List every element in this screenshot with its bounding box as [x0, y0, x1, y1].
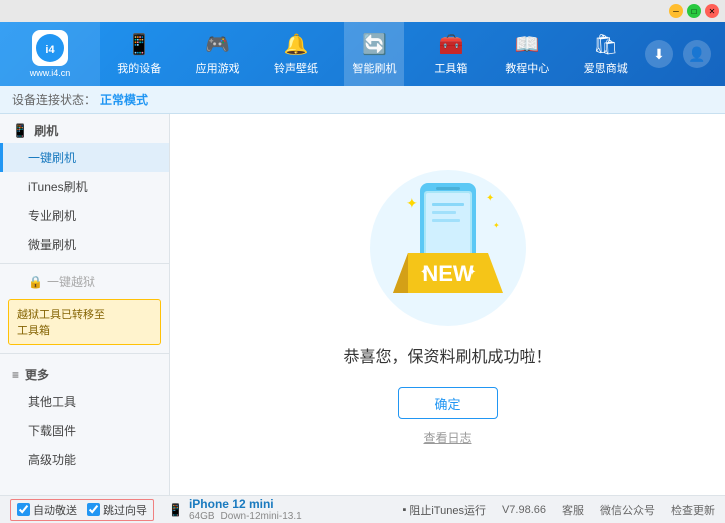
- nav-item-smart-flash[interactable]: 🔄 智能刷机: [344, 22, 404, 86]
- svg-text:NEW: NEW: [422, 261, 474, 286]
- disabled-jailbreak-label: 一键越狱: [47, 273, 95, 290]
- device-details: iPhone 12 mini 64GB Down-12mini-13.1: [189, 497, 302, 522]
- device-name: iPhone 12 mini: [189, 497, 302, 511]
- success-illustration: ✦ ✦ ✦ NEW ✦ ✦: [348, 163, 548, 343]
- nav-item-toolbox[interactable]: 🧰 工具箱: [423, 22, 479, 86]
- svg-text:✦: ✦: [493, 221, 500, 230]
- stop-itunes-icon: ▪: [402, 504, 406, 516]
- update-link[interactable]: 检查更新: [671, 502, 715, 518]
- sidebar-item-brush-flash[interactable]: 微量刷机: [0, 230, 169, 259]
- skip-wizard-check[interactable]: 跳过向导: [87, 502, 147, 518]
- maximize-button[interactable]: □: [687, 4, 701, 18]
- sidebar-item-other-tools[interactable]: 其他工具: [0, 387, 169, 416]
- sidebar-item-one-click-flash[interactable]: 一键刷机: [0, 143, 169, 172]
- more-section-title: 更多: [25, 366, 49, 383]
- logo-text: www.i4.cn: [30, 68, 71, 78]
- bottom-right: ▪ 阻止iTunes运行 V7.98.66 客服 微信公众号 检查更新: [402, 502, 715, 518]
- device-phone-icon: 📱: [168, 503, 183, 517]
- nav-item-my-device[interactable]: 📱 我的设备: [109, 22, 169, 86]
- stop-itunes[interactable]: ▪ 阻止iTunes运行: [402, 502, 486, 518]
- svg-text:✦: ✦: [406, 195, 418, 211]
- ringtones-icon: 🔔: [284, 32, 309, 57]
- close-button[interactable]: ✕: [705, 4, 719, 18]
- my-device-icon: 📱: [127, 32, 152, 57]
- status-value: 正常模式: [100, 91, 148, 108]
- titlebar: ─ □ ✕: [0, 0, 725, 22]
- status-label: 设备连接状态：: [12, 91, 96, 108]
- sidebar: 📱 刷机 一键刷机 iTunes刷机 专业刷机 微量刷机 🔒 一键越狱 越狱工具…: [0, 114, 170, 495]
- success-message: 恭喜您，保资料刷机成功啦！: [343, 343, 551, 367]
- device-storage: 64GB: [189, 511, 215, 522]
- skip-wizard-label: 跳过向导: [103, 502, 147, 518]
- service-link[interactable]: 客服: [562, 502, 584, 518]
- nav-item-ringtones[interactable]: 🔔 铃声壁纸: [266, 22, 326, 86]
- download-button[interactable]: ⬇: [645, 40, 673, 68]
- sidebar-item-advanced[interactable]: 高级功能: [0, 445, 169, 474]
- svg-text:✦: ✦: [468, 267, 476, 278]
- wechat-link[interactable]: 微信公众号: [600, 502, 655, 518]
- lock-icon: 🔒: [28, 275, 43, 289]
- sidebar-item-download-firmware[interactable]: 下载固件: [0, 416, 169, 445]
- my-device-label: 我的设备: [117, 60, 161, 76]
- statusbar: 设备连接状态： 正常模式: [0, 86, 725, 114]
- nav-item-tutorials[interactable]: 📖 教程中心: [497, 22, 557, 86]
- skip-wizard-checkbox[interactable]: [87, 503, 100, 516]
- apps-games-icon: 🎮: [205, 32, 230, 57]
- smart-flash-icon: 🔄: [362, 32, 387, 57]
- user-button[interactable]: 👤: [683, 40, 711, 68]
- bottom-check-area: 自动敬送 跳过向导 📱 iPhone 12 mini 64GB Down-12m…: [10, 497, 392, 522]
- header-actions: ⬇ 👤: [645, 40, 725, 68]
- toolbox-icon: 🧰: [438, 32, 463, 57]
- version-text: V7.98.66: [502, 504, 546, 516]
- header: i4 www.i4.cn 📱 我的设备 🎮 应用游戏 🔔 铃声壁纸 🔄 智能刷机…: [0, 22, 725, 86]
- nav-item-apps-games[interactable]: 🎮 应用游戏: [188, 22, 248, 86]
- svg-text:✦: ✦: [420, 267, 428, 278]
- sidebar-section-more: ≡ 更多: [0, 358, 169, 387]
- svg-text:i4: i4: [45, 44, 55, 56]
- jailbreak-info-box: 越狱工具已转移至 工具箱: [8, 299, 161, 345]
- apps-games-label: 应用游戏: [196, 60, 240, 76]
- content-area: ✦ ✦ ✦ NEW ✦ ✦ 恭喜您，保资料刷机成功啦！ 确定 查看日志: [170, 114, 725, 495]
- toolbox-label: 工具箱: [434, 60, 467, 76]
- minimize-button[interactable]: ─: [669, 4, 683, 18]
- later-link[interactable]: 查看日志: [423, 429, 471, 446]
- auto-send-check[interactable]: 自动敬送: [17, 502, 77, 518]
- device-model: Down-12mini-13.1: [221, 511, 302, 522]
- flash-section-title: 刷机: [34, 122, 58, 139]
- nav-items: 📱 我的设备 🎮 应用游戏 🔔 铃声壁纸 🔄 智能刷机 🧰 工具箱 📖 教程中心…: [100, 22, 645, 86]
- mall-icon: 🛍: [593, 32, 618, 57]
- tutorials-label: 教程中心: [505, 60, 549, 76]
- sidebar-item-pro-flash[interactable]: 专业刷机: [0, 201, 169, 230]
- sidebar-divider-1: [0, 263, 169, 264]
- nav-item-mall[interactable]: 🛍 爱思商城: [576, 22, 636, 86]
- confirm-button[interactable]: 确定: [398, 387, 498, 419]
- stop-itunes-label: 阻止iTunes运行: [409, 502, 486, 518]
- mall-label: 爱思商城: [584, 60, 628, 76]
- auto-send-checkbox[interactable]: [17, 503, 30, 516]
- ringtones-label: 铃声壁纸: [274, 60, 318, 76]
- main-content: 📱 刷机 一键刷机 iTunes刷机 专业刷机 微量刷机 🔒 一键越狱 越狱工具…: [0, 114, 725, 495]
- svg-text:✦: ✦: [486, 193, 494, 204]
- device-info: 📱 iPhone 12 mini 64GB Down-12mini-13.1: [168, 497, 302, 522]
- smart-flash-label: 智能刷机: [352, 60, 396, 76]
- auto-send-label: 自动敬送: [33, 502, 77, 518]
- logo-area[interactable]: i4 www.i4.cn: [0, 22, 100, 86]
- sidebar-item-itunes-flash[interactable]: iTunes刷机: [0, 172, 169, 201]
- flash-section-icon: 📱: [12, 123, 28, 139]
- logo-icon: i4: [32, 30, 68, 66]
- sidebar-disabled-jailbreak: 🔒 一键越狱: [0, 268, 169, 295]
- bottombar: 自动敬送 跳过向导 📱 iPhone 12 mini 64GB Down-12m…: [0, 495, 725, 523]
- checkbox-group: 自动敬送 跳过向导: [10, 499, 154, 521]
- more-section-icon: ≡: [12, 368, 19, 382]
- sidebar-divider-2: [0, 353, 169, 354]
- tutorials-icon: 📖: [515, 32, 540, 57]
- sidebar-section-flash: 📱 刷机: [0, 114, 169, 143]
